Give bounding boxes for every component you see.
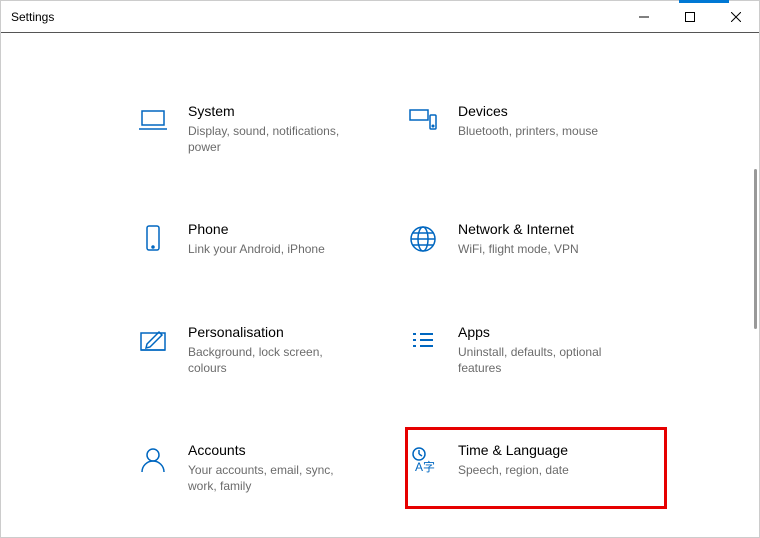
list-icon [406, 324, 440, 376]
settings-tile-accounts[interactable]: Accounts Your accounts, email, sync, work… [136, 428, 396, 508]
tile-title: Time & Language [458, 442, 658, 458]
time-language-icon [406, 442, 440, 494]
tile-title: Devices [458, 103, 658, 119]
window-title: Settings [1, 10, 621, 24]
laptop-icon [136, 103, 170, 155]
tile-description: Background, lock screen, colours [188, 344, 358, 376]
tile-description: Speech, region, date [458, 462, 628, 478]
tile-text: Apps Uninstall, defaults, optional featur… [458, 324, 658, 376]
window-controls [621, 1, 759, 33]
tile-title: System [188, 103, 388, 119]
tile-text: Devices Bluetooth, printers, mouse [458, 103, 658, 155]
close-button[interactable] [713, 1, 759, 33]
tile-description: Uninstall, defaults, optional features [458, 344, 628, 376]
settings-tile-apps[interactable]: Apps Uninstall, defaults, optional featur… [406, 310, 666, 390]
tile-title: Personalisation [188, 324, 388, 340]
settings-tile-time-language[interactable]: Time & Language Speech, region, date [406, 428, 666, 508]
scrollbar[interactable] [754, 169, 757, 329]
pen-icon [136, 324, 170, 376]
titlebar: Settings [1, 1, 759, 33]
tile-title: Network & Internet [458, 221, 658, 237]
settings-tile-system[interactable]: System Display, sound, notifications, pow… [136, 89, 396, 169]
tile-description: Display, sound, notifications, power [188, 123, 358, 155]
minimize-button[interactable] [621, 1, 667, 33]
phone-icon [136, 221, 170, 257]
tile-text: Network & Internet WiFi, flight mode, VPN [458, 221, 658, 257]
settings-tile-network[interactable]: Network & Internet WiFi, flight mode, VPN [406, 207, 666, 271]
settings-tile-personalisation[interactable]: Personalisation Background, lock screen, … [136, 310, 396, 390]
tile-title: Apps [458, 324, 658, 340]
tile-text: System Display, sound, notifications, pow… [188, 103, 388, 155]
maximize-button[interactable] [667, 1, 713, 33]
settings-tile-devices[interactable]: Devices Bluetooth, printers, mouse [406, 89, 666, 169]
devices-icon [406, 103, 440, 155]
tile-title: Phone [188, 221, 388, 237]
tile-description: Bluetooth, printers, mouse [458, 123, 628, 139]
tile-title: Accounts [188, 442, 388, 458]
settings-tile-phone[interactable]: Phone Link your Android, iPhone [136, 207, 396, 271]
person-icon [136, 442, 170, 494]
tile-text: Personalisation Background, lock screen, … [188, 324, 388, 376]
tile-text: Phone Link your Android, iPhone [188, 221, 388, 257]
globe-icon [406, 221, 440, 257]
tile-description: Link your Android, iPhone [188, 241, 358, 257]
tile-description: WiFi, flight mode, VPN [458, 241, 628, 257]
tile-text: Accounts Your accounts, email, sync, work… [188, 442, 388, 494]
settings-content: System Display, sound, notifications, pow… [1, 34, 759, 537]
tile-description: Your accounts, email, sync, work, family [188, 462, 358, 494]
tile-text: Time & Language Speech, region, date [458, 442, 658, 494]
